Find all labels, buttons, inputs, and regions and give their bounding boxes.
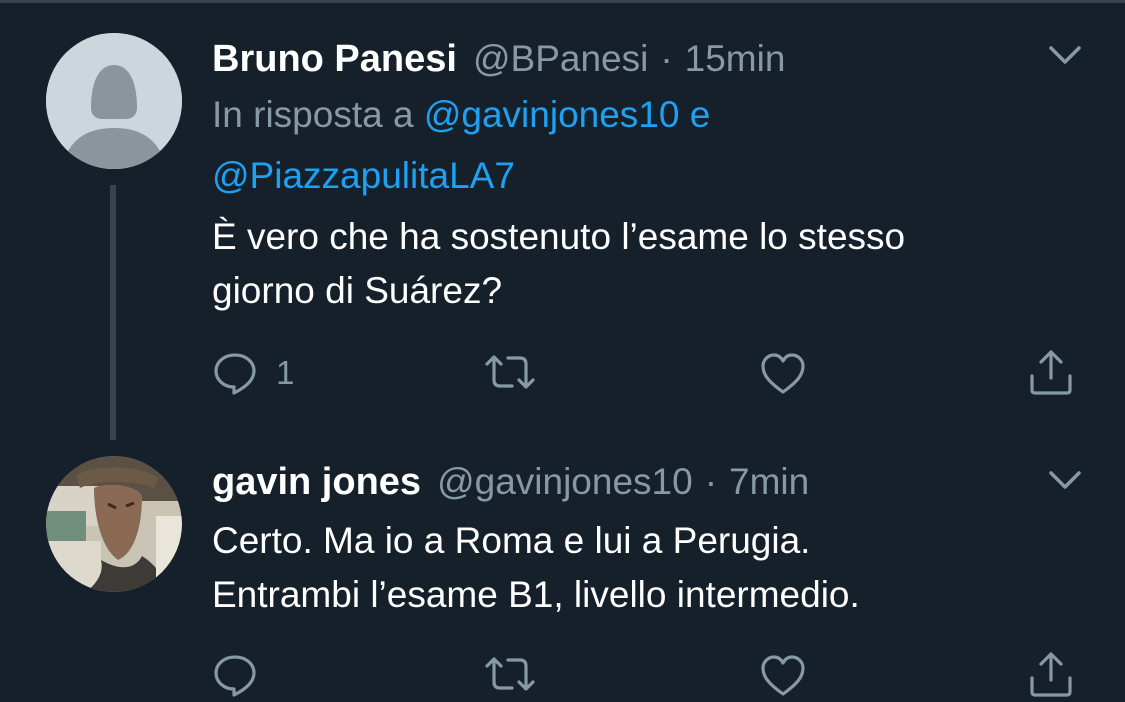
like-icon bbox=[759, 352, 807, 396]
author-name[interactable]: gavin jones bbox=[212, 461, 421, 504]
default-avatar-icon bbox=[46, 33, 182, 169]
reply-count: 1 bbox=[276, 354, 295, 391]
tweet-header: gavin jones @gavinjones10 · 7min bbox=[212, 461, 1085, 504]
profile-photo-icon bbox=[46, 456, 182, 592]
tweet-gavin-jones[interactable]: gavin jones @gavinjones10 · 7min Certo. … bbox=[0, 440, 1125, 697]
avatar[interactable] bbox=[46, 33, 182, 169]
timestamp[interactable]: 15min bbox=[685, 38, 786, 80]
avatar-column bbox=[46, 33, 182, 169]
tweet-text-line: Certo. Ma io a Roma e lui a Perugia. bbox=[212, 520, 811, 561]
tweet-content: gavin jones @gavinjones10 · 7min Certo. … bbox=[212, 461, 1085, 622]
avatar[interactable] bbox=[46, 456, 182, 592]
share-button[interactable] bbox=[1027, 348, 1075, 396]
separator-dot: · bbox=[704, 461, 718, 502]
tweet-header: Bruno Panesi @BPanesi · 15min bbox=[212, 38, 1085, 81]
timestamp[interactable]: 7min bbox=[729, 461, 809, 503]
reply-icon bbox=[212, 350, 258, 396]
tweet-bruno-panesi[interactable]: Bruno Panesi @BPanesi · 15min In rispost… bbox=[0, 0, 1125, 440]
like-button[interactable] bbox=[759, 654, 807, 698]
retweet-icon bbox=[484, 352, 536, 392]
chevron-down-icon[interactable] bbox=[1045, 40, 1085, 70]
reply-button[interactable]: 1 bbox=[212, 350, 294, 396]
thread-line bbox=[110, 185, 116, 440]
tweet-actions bbox=[212, 652, 1092, 702]
tweet-content: Bruno Panesi @BPanesi · 15min In rispost… bbox=[212, 38, 1085, 318]
author-handle[interactable]: @BPanesi bbox=[473, 38, 648, 80]
share-button[interactable] bbox=[1027, 650, 1075, 698]
tweet-text-line: giorno di Suárez? bbox=[212, 270, 503, 311]
like-button[interactable] bbox=[759, 352, 807, 396]
chevron-down-icon[interactable] bbox=[1045, 465, 1085, 495]
tweet-text: È vero che ha sostenuto l’esame lo stess… bbox=[212, 210, 1085, 318]
retweet-button[interactable] bbox=[484, 654, 536, 694]
reply-prefix: In risposta a bbox=[212, 94, 414, 135]
like-icon bbox=[759, 654, 807, 698]
mention-link[interactable]: @PiazzapulitaLA7 bbox=[212, 155, 515, 196]
reply-button[interactable] bbox=[212, 652, 258, 698]
avatar-column bbox=[46, 456, 182, 592]
separator-dot: · bbox=[660, 38, 673, 79]
tweet-text-line: È vero che ha sostenuto l’esame lo stess… bbox=[212, 216, 906, 257]
share-icon bbox=[1027, 348, 1075, 396]
share-icon bbox=[1027, 650, 1075, 698]
tweet-text-line: Entrambi l’esame B1, livello intermedio. bbox=[212, 574, 860, 615]
author-handle[interactable]: @gavinjones10 bbox=[437, 461, 693, 503]
reply-context: In risposta a @gavinjones10 e @Piazzapul… bbox=[212, 84, 1085, 206]
tweet-text: Certo. Ma io a Roma e lui a Perugia. Ent… bbox=[212, 514, 1085, 622]
author-name[interactable]: Bruno Panesi bbox=[212, 38, 457, 81]
tweet-actions: 1 bbox=[212, 350, 1092, 400]
retweet-icon bbox=[484, 654, 536, 694]
reply-icon bbox=[212, 652, 258, 698]
mention-link[interactable]: @gavinjones10 bbox=[424, 94, 680, 135]
mention-conjunction: e bbox=[689, 94, 711, 135]
retweet-button[interactable] bbox=[484, 352, 536, 392]
